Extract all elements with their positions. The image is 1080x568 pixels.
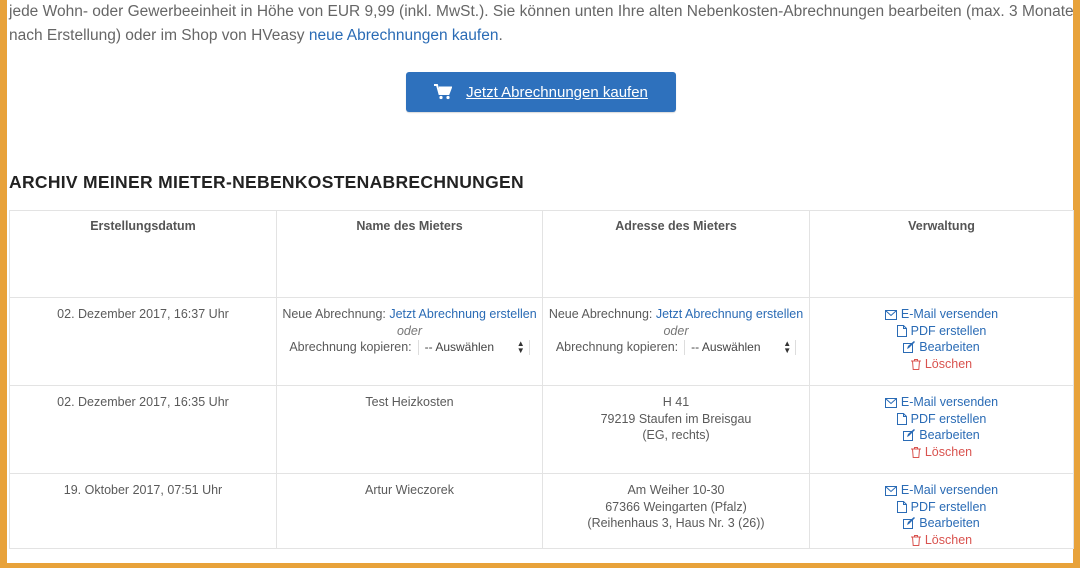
copy-select-value: -- Auswählen (691, 340, 761, 354)
pdf-label: PDF erstellen (910, 323, 987, 338)
envelope-icon (884, 398, 897, 408)
cell-date: 19. Oktober 2017, 07:51 Uhr (9, 473, 277, 549)
cell-actions: E-Mail versenden PDF erstellen Bearbeite… (809, 297, 1074, 386)
pdf-create-link[interactable]: PDF erstellen (810, 411, 1073, 428)
col-header-date: Erstellungsdatum (9, 210, 277, 298)
delete-link[interactable]: Löschen (810, 444, 1073, 461)
copy-select[interactable]: -- Auswählen ▲ ▼ (684, 339, 797, 356)
new-label: Neue Abrechnung: (548, 307, 653, 321)
table-row: 02. Dezember 2017, 16:35 Uhr Test Heizko… (9, 385, 1074, 474)
table-row: 19. Oktober 2017, 07:51 Uhr Artur Wieczo… (9, 473, 1074, 549)
email-send-link[interactable]: E-Mail versenden (810, 482, 1073, 499)
edit-link[interactable]: Bearbeiten (810, 427, 1073, 444)
new-label: Neue Abrechnung: (282, 307, 386, 321)
create-billing-link[interactable]: Jetzt Abrechnung erstellen (389, 307, 536, 321)
buy-button[interactable]: Jetzt Abrechnungen kaufen (406, 72, 676, 112)
col-header-actions: Verwaltung (809, 210, 1074, 298)
envelope-icon (884, 486, 897, 496)
buy-button-label: Jetzt Abrechnungen kaufen (466, 83, 648, 101)
delete-link[interactable]: Löschen (810, 356, 1073, 373)
or-text: oder (396, 323, 423, 338)
trash-icon (910, 358, 921, 370)
delete-link[interactable]: Löschen (810, 532, 1073, 549)
intro-line-2: nach Erstellung) oder im Shop von HVeasy… (9, 24, 503, 48)
delete-label: Löschen (924, 356, 973, 371)
delete-label: Löschen (924, 444, 973, 459)
edit-icon (903, 341, 916, 353)
table-row: 02. Dezember 2017, 16:37 Uhr Neue Abrech… (9, 297, 1074, 386)
col-header-name: Name des Mieters (276, 210, 543, 298)
edit-label: Bearbeiten (919, 516, 980, 530)
address-line: 79219 Staufen im Breisgau (600, 411, 752, 426)
address-line: H 41 (662, 395, 690, 409)
intro-line-2-suffix: . (498, 27, 503, 44)
cell-address: H 41 79219 Staufen im Breisgau (EG, rech… (542, 385, 810, 474)
address-line: (EG, rechts) (642, 428, 710, 442)
edit-label: Bearbeiten (919, 428, 980, 442)
address-line: (Reihenhaus 3, Haus Nr. 3 (26)) (587, 516, 765, 530)
address-line: Am Weiher 10-30 (627, 483, 725, 497)
email-label: E-Mail versenden (900, 483, 999, 497)
cell-actions: E-Mail versenden PDF erstellen Bearbeite… (809, 473, 1074, 549)
trash-icon (910, 446, 921, 458)
intro-line-1: jede Wohn- oder Gewerbeeinheit in Höhe v… (9, 3, 1074, 20)
edit-icon (903, 429, 916, 441)
address-line: 67366 Weingarten (Pfalz) (605, 499, 747, 514)
copy-label: Abrechnung kopieren: (289, 340, 412, 354)
cell-date: 02. Dezember 2017, 16:35 Uhr (9, 385, 277, 474)
envelope-icon (884, 310, 897, 320)
email-label: E-Mail versenden (900, 307, 999, 321)
col-header-address: Adresse des Mieters (542, 210, 810, 298)
cell-name: Artur Wieczorek (276, 473, 543, 549)
delete-label: Löschen (924, 532, 973, 547)
pdf-file-icon (896, 324, 907, 337)
cell-actions: E-Mail versenden PDF erstellen Bearbeite… (809, 385, 1074, 474)
pdf-create-link[interactable]: PDF erstellen (810, 499, 1073, 516)
copy-select-value: -- Auswählen (424, 340, 495, 354)
pdf-file-icon (896, 500, 907, 513)
email-send-link[interactable]: E-Mail versenden (810, 306, 1073, 323)
pdf-file-icon (896, 412, 907, 425)
edit-link[interactable]: Bearbeiten (810, 515, 1073, 532)
buy-new-link[interactable]: neue Abrechnungen kaufen (309, 27, 499, 44)
pdf-label: PDF erstellen (910, 499, 987, 514)
table-header-row: Erstellungsdatum Name des Mieters Adress… (9, 210, 1074, 298)
edit-link[interactable]: Bearbeiten (810, 339, 1073, 356)
pdf-create-link[interactable]: PDF erstellen (810, 323, 1073, 340)
select-arrows-icon: ▲ ▼ (783, 339, 792, 356)
edit-icon (903, 517, 916, 529)
trash-icon (910, 534, 921, 546)
copy-select[interactable]: -- Auswählen ▲ ▼ (417, 339, 530, 356)
archive-heading: ARCHIV MEINER MIETER-NEBENKOSTENABRECHNU… (9, 172, 524, 192)
cell-address-new: Neue Abrechnung: Jetzt Abrechnung erstel… (542, 297, 810, 386)
or-text: oder (663, 323, 689, 338)
cell-name: Test Heizkosten (276, 385, 543, 474)
archive-table: Erstellungsdatum Name des Mieters Adress… (9, 210, 1074, 549)
cell-name-new: Neue Abrechnung: Jetzt Abrechnung erstel… (276, 297, 543, 386)
email-send-link[interactable]: E-Mail versenden (810, 394, 1073, 411)
copy-label: Abrechnung kopieren: (555, 340, 679, 354)
create-billing-link[interactable]: Jetzt Abrechnung erstellen (656, 307, 803, 321)
cell-address: Am Weiher 10-30 67366 Weingarten (Pfalz)… (542, 473, 810, 549)
pdf-label: PDF erstellen (910, 411, 987, 426)
shopping-cart-icon (434, 84, 453, 100)
email-label: E-Mail versenden (900, 395, 999, 409)
select-arrows-icon: ▲ ▼ (516, 339, 525, 356)
cell-date: 02. Dezember 2017, 16:37 Uhr (9, 297, 277, 386)
edit-label: Bearbeiten (919, 340, 980, 354)
intro-line-2-prefix: nach Erstellung) oder im Shop von HVeasy (9, 27, 309, 44)
